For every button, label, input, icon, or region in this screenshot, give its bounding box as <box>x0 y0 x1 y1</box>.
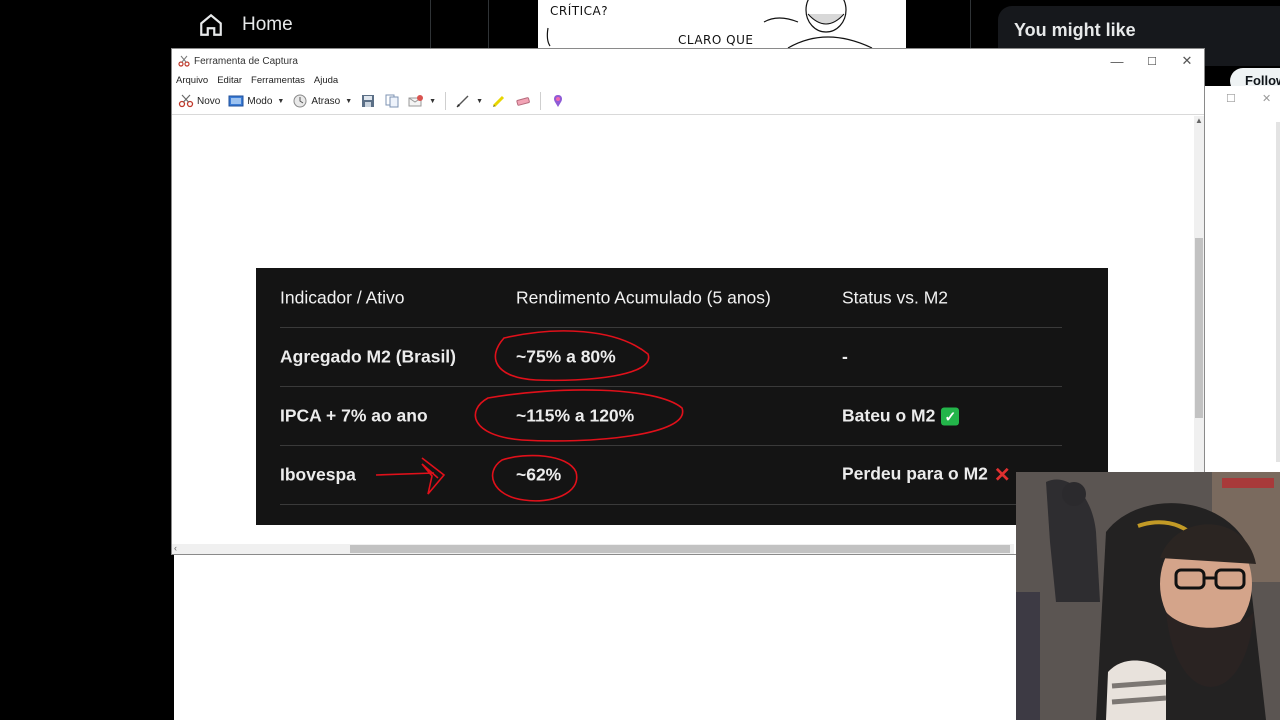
menu-editar[interactable]: Editar <box>217 75 242 86</box>
save-icon <box>362 95 375 107</box>
send-dropdown-icon[interactable]: ▼ <box>429 98 436 105</box>
copy-button[interactable] <box>380 90 404 112</box>
webcam-overlay <box>1016 472 1280 720</box>
row-status-wrap: Bateu o M2 ✓ <box>842 405 960 426</box>
clock-icon <box>293 94 307 108</box>
close-button[interactable]: ✕ <box>1169 51 1205 71</box>
horizontal-scrollbar[interactable]: ‹ <box>172 543 1014 554</box>
pen-icon <box>456 95 469 108</box>
row-return: ~75% a 80% <box>516 346 616 366</box>
scroll-left-icon[interactable]: ‹ <box>174 543 177 553</box>
background-window-fragment: ☐ ✕ <box>1204 86 1280 472</box>
send-snip-button[interactable]: ▼ <box>404 90 440 112</box>
eraser-button[interactable] <box>511 90 535 112</box>
minimize-icon: — <box>1110 53 1124 69</box>
timeline-divider-inner <box>488 0 489 48</box>
background-home-nav[interactable]: Home <box>198 12 293 38</box>
menu-ajuda[interactable]: Ajuda <box>314 75 338 86</box>
menu-bar: Arquivo Editar Ferramentas Ajuda <box>172 73 1204 88</box>
copy-icon <box>385 94 399 108</box>
toolbar-separator <box>445 92 447 110</box>
background-white-area <box>174 555 1016 720</box>
comic-text-critica: CRÍTICA? <box>550 4 609 18</box>
highlighter-button[interactable] <box>487 90 511 112</box>
menu-arquivo[interactable]: Arquivo <box>176 75 208 86</box>
you-might-like-title: You might like <box>1014 20 1136 40</box>
highlighter-icon <box>492 95 505 108</box>
new-snip-label: Novo <box>197 95 221 107</box>
row-asset: Agregado M2 (Brasil) <box>280 346 456 366</box>
table-row: Agregado M2 (Brasil) ~75% a 80% - <box>280 327 1062 387</box>
pen-button[interactable]: ▼ <box>451 90 487 112</box>
row-status: - <box>842 346 848 366</box>
check-mark-icon: ✓ <box>941 407 960 426</box>
menu-ferramentas[interactable]: Ferramentas <box>251 75 305 86</box>
timeline-divider-right <box>970 0 971 48</box>
mode-label: Modo <box>247 95 273 107</box>
delay-button[interactable]: Atraso ▼ <box>288 90 356 112</box>
row-asset: Ibovespa <box>280 464 356 484</box>
new-snip-button[interactable]: Novo <box>174 90 224 112</box>
webcam-person-image <box>1016 472 1280 720</box>
toolbar: Novo Modo ▼ Atraso ▼ ▼ ▼ <box>172 88 1204 115</box>
send-envelope-icon <box>408 95 424 107</box>
scissors-icon <box>178 94 194 108</box>
header-return: Rendimento Acumulado (5 anos) <box>516 287 771 307</box>
row-status: Perdeu para o M2 <box>842 463 988 484</box>
background-scrollbar[interactable] <box>1276 122 1280 462</box>
maximize-icon: ☐ <box>1147 55 1157 68</box>
row-asset: IPCA + 7% ao ano <box>280 405 428 425</box>
home-label: Home <box>242 14 293 35</box>
window-titlebar[interactable]: Ferramenta de Captura — ☐ ✕ <box>172 49 1204 73</box>
maximize-button[interactable]: ☐ <box>1134 51 1170 71</box>
paint3d-icon <box>554 95 563 107</box>
minimize-button[interactable]: — <box>1099 51 1135 71</box>
table-row: Ibovespa ~62% Perdeu para o M2 ✕ <box>280 445 1062 505</box>
close-icon: ✕ <box>1181 53 1193 68</box>
scroll-up-icon[interactable]: ▲ <box>1195 116 1203 125</box>
home-icon <box>200 13 222 36</box>
cross-mark-icon: ✕ <box>993 464 1011 486</box>
toolbar-separator <box>540 92 542 110</box>
captured-table-image: Indicador / Ativo Rendimento Acumulado (… <box>256 268 1108 525</box>
timeline-divider-left <box>430 0 431 48</box>
window-title: Ferramenta de Captura <box>194 55 298 67</box>
delay-label: Atraso <box>311 95 341 107</box>
maximize-icon[interactable]: ☐ <box>1226 92 1236 105</box>
mode-button[interactable]: Modo ▼ <box>224 90 288 112</box>
close-icon[interactable]: ✕ <box>1262 92 1271 105</box>
scissors-app-icon <box>178 55 190 67</box>
table-row: IPCA + 7% ao ano ~115% a 120% Bateu o M2… <box>280 386 1062 446</box>
delay-dropdown-icon[interactable]: ▼ <box>345 98 352 105</box>
header-status: Status vs. M2 <box>842 287 949 307</box>
row-return: ~115% a 120% <box>516 405 635 425</box>
row-status: Bateu o M2 <box>842 405 936 425</box>
table-header-row: Indicador / Ativo Rendimento Acumulado (… <box>280 268 1062 328</box>
eraser-icon <box>516 97 530 106</box>
comic-image[interactable]: CRÍTICA? CLARO QUE <box>538 0 906 48</box>
mode-dropdown-icon[interactable]: ▼ <box>277 98 284 105</box>
row-status-wrap: Perdeu para o M2 ✕ <box>842 462 1011 487</box>
pen-dropdown-icon[interactable]: ▼ <box>476 98 483 105</box>
header-indicator: Indicador / Ativo <box>280 287 405 307</box>
horizontal-scroll-thumb[interactable] <box>350 545 1010 553</box>
paint3d-button[interactable] <box>546 90 570 112</box>
row-return: ~62% <box>516 464 562 484</box>
comic-text-claro-que: CLARO QUE <box>678 33 754 47</box>
save-button[interactable] <box>356 90 380 112</box>
vertical-scroll-thumb[interactable] <box>1195 238 1203 418</box>
mode-rectangle-icon <box>228 95 244 107</box>
